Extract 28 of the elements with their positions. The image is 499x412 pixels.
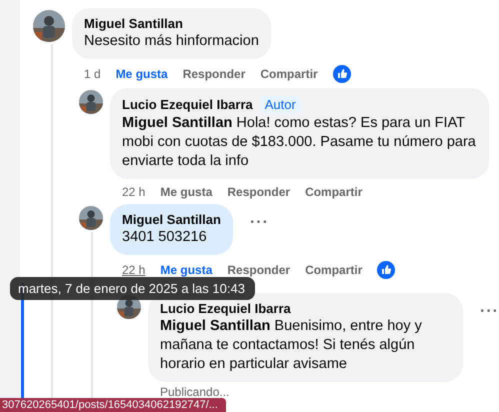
comment-text: 3401 503216 — [122, 228, 208, 247]
author-name[interactable]: Lucio Ezequiel Ibarra — [160, 301, 291, 316]
more-options-button[interactable]: ··· — [480, 303, 499, 321]
author-badge: Autor — [260, 96, 300, 113]
comment-time[interactable]: 1 d — [84, 67, 101, 81]
comment-text: Nesesito más hinformacion — [84, 32, 259, 51]
like-icon — [332, 65, 351, 83]
author-name[interactable]: Miguel Santillan — [84, 16, 183, 31]
comment-text: Miguel Santillan Buenisimo, entre hoy y mañana te contactamos! Si tenés algún horario en particular avisame — [160, 317, 423, 374]
more-options-button[interactable]: ··· — [250, 214, 269, 232]
comment-time[interactable]: 22 h — [122, 263, 146, 277]
timestamp-tooltip: martes, 7 de enero de 2025 a las 10:43 — [10, 277, 255, 300]
comment-time[interactable]: 22 h — [122, 185, 146, 199]
action-link[interactable]: Responder — [227, 263, 290, 277]
posting-status: Publicando... — [159, 384, 230, 400]
action-link[interactable]: Compartir — [305, 263, 362, 277]
action-link[interactable]: Responder — [227, 185, 290, 199]
action-link[interactable]: Me gusta — [160, 263, 212, 277]
comment-text: Miguel Santillan Hola! como estas? Es para un FIAT mobi con cuotas de $183.000. Pasame tu número para enviarte toda la info — [122, 114, 477, 171]
like-icon — [377, 261, 396, 279]
action-link[interactable]: Compartir — [305, 185, 362, 199]
action-link[interactable]: Me gusta — [160, 185, 212, 199]
action-link[interactable]: Compartir — [260, 67, 318, 81]
action-link[interactable]: Me gusta — [116, 67, 168, 81]
author-name[interactable]: Miguel Santillan — [122, 212, 221, 227]
author-name[interactable]: Lucio Ezequiel Ibarra — [122, 97, 253, 112]
status-bar-url: 307620265401/posts/1654034062192747/... — [0, 398, 226, 412]
action-link[interactable]: Responder — [182, 67, 246, 81]
